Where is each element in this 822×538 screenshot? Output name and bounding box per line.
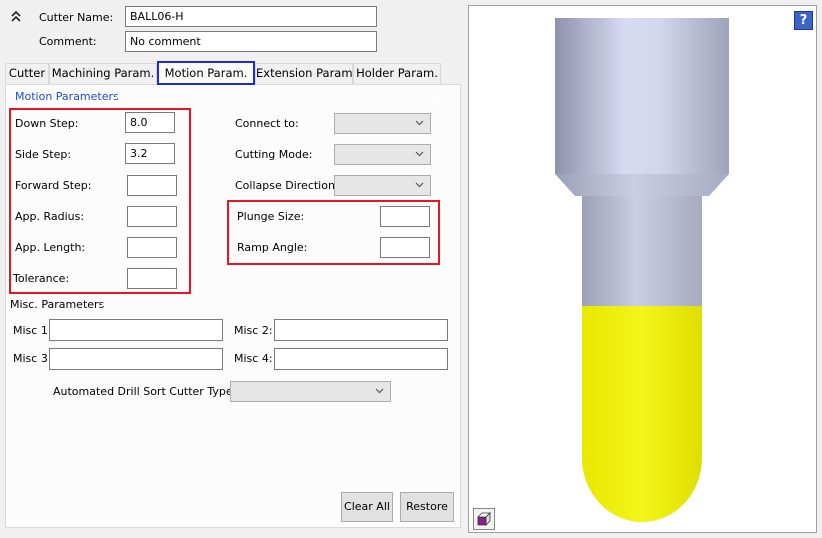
misc1-label: Misc 1: (13, 324, 52, 337)
misc4-label: Misc 4: (234, 352, 273, 365)
comment-label: Comment: (39, 35, 97, 48)
tolerance-label: Tolerance: (13, 272, 70, 285)
misc-group-divider (98, 305, 438, 306)
cutter-3d-render (555, 18, 729, 522)
motion-group-divider (112, 97, 435, 98)
ramp-angle-field[interactable] (380, 237, 430, 258)
help-icon[interactable]: ? (794, 11, 813, 30)
plunge-size-field[interactable] (380, 206, 430, 227)
misc-parameters-title: Misc. Parameters (10, 298, 105, 311)
chevron-down-icon (415, 182, 424, 188)
holder-taper (555, 174, 729, 196)
cutting-mode-label: Cutting Mode: (235, 148, 313, 161)
misc3-field[interactable] (49, 348, 223, 370)
forward-step-label: Forward Step: (15, 179, 92, 192)
app-length-label: App. Length: (15, 241, 86, 254)
tab-cutter[interactable]: Cutter (5, 63, 49, 84)
tolerance-field[interactable] (127, 268, 177, 289)
connect-to-label: Connect to: (235, 117, 299, 130)
side-step-label: Side Step: (15, 148, 72, 161)
clear-all-button[interactable]: Clear All (341, 492, 393, 522)
comment-field[interactable]: No comment (125, 31, 377, 52)
ramp-angle-label: Ramp Angle: (237, 241, 308, 254)
cutting-mode-dropdown[interactable] (334, 144, 431, 165)
drill-sort-dropdown[interactable] (230, 381, 391, 402)
chevron-down-icon (415, 151, 424, 157)
collapse-direction-label: Collapse Direction: (235, 179, 339, 192)
app-radius-field[interactable] (127, 206, 177, 227)
chevron-down-icon (375, 388, 384, 394)
misc1-field[interactable] (49, 319, 223, 341)
collapse-icon[interactable] (10, 9, 22, 23)
tab-holder-param[interactable]: Holder Param. (353, 63, 441, 84)
tab-extension-param[interactable]: Extension Param. (255, 63, 356, 84)
collapse-direction-dropdown[interactable] (334, 175, 431, 196)
forward-step-field[interactable] (127, 175, 177, 196)
restore-button[interactable]: Restore (400, 492, 454, 522)
motion-steps-highlight (9, 108, 191, 294)
cutter-preview-viewport[interactable]: ? (468, 5, 817, 533)
app-length-field[interactable] (127, 237, 177, 258)
tab-motion-param[interactable]: Motion Param. (157, 61, 255, 85)
down-step-label: Down Step: (15, 117, 79, 130)
drill-sort-label: Automated Drill Sort Cutter Type : (53, 385, 240, 398)
side-step-field[interactable]: 3.2 (125, 143, 175, 164)
cutter-name-label: Cutter Name: (39, 11, 114, 24)
app-radius-label: App. Radius: (15, 210, 85, 223)
cutter-name-field[interactable]: BALL06-H (125, 6, 377, 27)
ball-end-flute (582, 306, 702, 522)
misc2-field[interactable] (274, 319, 448, 341)
view-cube-icon[interactable] (473, 508, 495, 530)
connect-to-dropdown[interactable] (334, 113, 431, 134)
misc4-field[interactable] (274, 348, 448, 370)
motion-parameters-title: Motion Parameters (15, 90, 119, 103)
plunge-size-label: Plunge Size: (237, 210, 305, 223)
misc2-label: Misc 2: (234, 324, 273, 337)
chevron-down-icon (415, 120, 424, 126)
tab-machining-param[interactable]: Machining Param. (49, 63, 157, 84)
misc3-label: Misc 3: (13, 352, 52, 365)
cutter-shank (582, 196, 702, 308)
down-step-field[interactable]: 8.0 (125, 112, 175, 133)
holder-body (555, 18, 729, 174)
